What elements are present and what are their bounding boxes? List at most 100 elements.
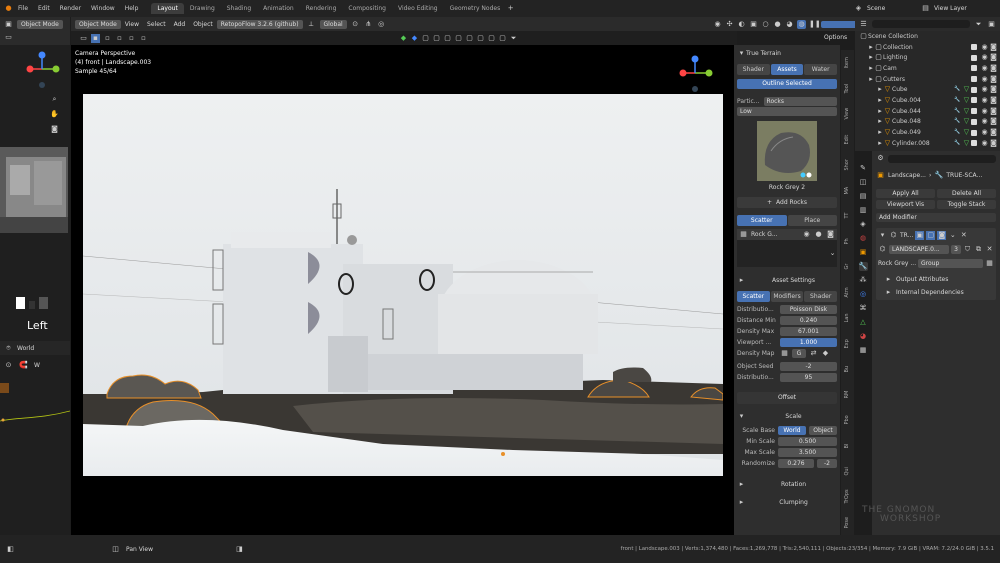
min-scale-field[interactable]: 0.500 [778, 437, 837, 446]
eye-icon[interactable]: ◉ [980, 128, 989, 137]
outliner-item[interactable]: ▸ ▽ Cube.048 🔧 ▽ ◉ ◙ [855, 117, 1000, 128]
left-mode-dropdown[interactable]: Object Mode [17, 19, 63, 29]
new-collection-icon[interactable]: ▣ [987, 20, 996, 29]
editor-type-icon[interactable]: ☰ [859, 20, 868, 29]
input-field[interactable]: Group [918, 259, 983, 268]
outliner-item[interactable]: ▸ ▢ Collection ◉ ◙ [855, 42, 1000, 53]
select-mode-intersect-icon[interactable]: ▫ [139, 34, 148, 43]
sidebar-tab-view[interactable]: View [841, 101, 853, 127]
properties-search-input[interactable] [888, 154, 996, 163]
sidebar-tab-tool[interactable]: Tool [841, 76, 853, 102]
filter-icon[interactable]: ⏷ [974, 20, 983, 29]
quality-dropdown[interactable]: Low [737, 107, 837, 116]
true-terrain-header[interactable]: ▾ True Terrain [737, 47, 837, 59]
randomize-field[interactable]: 0.276 [778, 459, 814, 468]
sidebar-tab-rm[interactable]: RM [841, 382, 853, 408]
sidebar-tab-edit[interactable]: Edit [841, 127, 853, 153]
outliner-item[interactable]: ▸ ▢ Cam ◉ ◙ [855, 63, 1000, 74]
menu-file[interactable]: File [13, 5, 33, 12]
workspace-tab-layout[interactable]: Layout [151, 3, 184, 14]
3d-viewport[interactable]: Camera Perspective (4) front | Landscape… [71, 45, 737, 535]
wireframe-shading-icon[interactable]: ○ [761, 20, 770, 29]
list-scroll-icon[interactable]: ⌄ [828, 249, 837, 258]
sidebar-tab-gr[interactable]: Gr [841, 254, 853, 280]
eye-icon[interactable]: ◉ [980, 117, 989, 126]
render-camera-icon[interactable]: ◙ [989, 139, 998, 148]
exclude-checkbox[interactable] [971, 86, 977, 93]
particles-icon[interactable]: ⁂ [859, 276, 868, 285]
object-icon[interactable]: ▣ [859, 248, 868, 257]
add-workspace-icon[interactable]: + [506, 4, 515, 13]
render-camera-icon[interactable]: ◙ [989, 128, 998, 137]
select-mode-new-icon[interactable]: ▪ [91, 33, 100, 43]
object-seed-field[interactable]: -2 [780, 362, 837, 371]
data-icon[interactable]: △ [859, 318, 868, 327]
modifier-short-name[interactable]: TR... [900, 232, 913, 239]
addon-tool-7-icon[interactable]: ▢ [465, 34, 474, 43]
render-dot-icon[interactable]: ● [814, 230, 823, 239]
render-toggle-icon[interactable]: ◙ [937, 231, 947, 240]
asset-settings-header[interactable]: ▸ Asset Settings [737, 275, 837, 286]
close-icon[interactable]: ✕ [985, 245, 994, 254]
outliner-item[interactable]: ▸ ▽ Cube.044 🔧 ▽ ◉ ◙ [855, 106, 1000, 117]
distribution-field[interactable]: 95 [780, 373, 837, 382]
add-modifier-dropdown[interactable]: Add Modifier [876, 213, 996, 222]
sidebar-tab-lan[interactable]: Lan [841, 305, 853, 331]
select-box-icon[interactable]: ▭ [79, 34, 88, 43]
outline-selected-button[interactable]: Outline Selected [737, 79, 837, 89]
dropdown-icon[interactable]: ⌄ [948, 231, 957, 240]
addon-tool-5-icon[interactable]: ▢ [443, 34, 452, 43]
pivot-icon[interactable]: ⊙ [351, 20, 360, 29]
material-icon[interactable]: ◕ [859, 332, 868, 341]
zoom-icon[interactable]: ⌕ [50, 95, 59, 104]
viewport-menu-object[interactable]: Object [193, 21, 213, 28]
outliner-item[interactable]: ▸ ▽ Cube.049 🔧 ▽ ◉ ◙ [855, 127, 1000, 138]
property-field[interactable]: 67.001 [780, 327, 837, 336]
solid-shading-icon[interactable]: ● [773, 20, 782, 29]
toggle-stack-button[interactable]: Toggle Stack [937, 200, 996, 209]
texture-icon[interactable]: ▦ [859, 346, 868, 355]
outliner-item[interactable]: ▸ ▢ Cutters ◉ ◙ [855, 74, 1000, 85]
rotation-header[interactable]: ▸ Rotation [737, 479, 837, 490]
addon-tool-1-icon[interactable]: ◆ [399, 34, 408, 43]
density-map-field[interactable]: G [792, 349, 806, 358]
scale-base-object[interactable]: Object [809, 426, 837, 435]
view-layer-name[interactable]: View Layer [934, 5, 994, 12]
orientation-dropdown[interactable]: Global [319, 19, 347, 29]
viewport-vis-button[interactable]: Viewport Vis [876, 200, 935, 209]
eye-icon[interactable]: ◉ [980, 107, 989, 116]
sidebar-tab-exp[interactable]: Exp [841, 331, 853, 357]
outliner-item[interactable]: ▸ ▽ Cube 🔧 ▽ ◉ ◙ [855, 84, 1000, 95]
particle-dropdown[interactable]: Rocks [763, 97, 837, 106]
sidebar-tab-pbo[interactable]: Pbo [841, 407, 853, 433]
tab-shader[interactable]: Shader [737, 64, 770, 75]
sidebar-tab-bl[interactable]: Bl [841, 433, 853, 459]
outliner-item[interactable]: ▸ ▽ Cylinder.008 🔧 ▽ ◉ ◙ [855, 138, 1000, 149]
viewport-menu-add[interactable]: Add [174, 21, 186, 28]
workspace-tab-geometry-nodes[interactable]: Geometry Nodes [444, 3, 507, 14]
select-box-icon[interactable]: ▭ [4, 33, 13, 42]
exclude-checkbox[interactable] [971, 108, 977, 115]
addon-tool-8-icon[interactable]: ▢ [476, 34, 485, 43]
select-mode-invert-icon[interactable]: ▫ [127, 34, 136, 43]
viewport-menu-view[interactable]: View [125, 21, 139, 28]
navigation-gizmo[interactable] [24, 49, 64, 89]
fake-user-icon[interactable]: ⛉ [963, 245, 972, 254]
world-icon[interactable]: ◍ [859, 234, 868, 243]
sidebar-tab-atm[interactable]: Atm [841, 280, 853, 306]
filter-icon[interactable]: ⏷ [509, 34, 518, 43]
node-group-field[interactable]: LANDSCAPE.0... [889, 245, 949, 254]
collapse-arrow-icon[interactable]: ▾ [878, 231, 887, 240]
tab-assets[interactable]: Assets [770, 64, 804, 75]
render-icon[interactable]: ◫ [859, 178, 868, 187]
copy-icon[interactable]: ⧉ [974, 245, 983, 254]
eye-icon[interactable]: ◉ [980, 96, 989, 105]
editor-type-icon[interactable]: ▣ [4, 20, 13, 29]
sidebar-tab-bu[interactable]: Bu [841, 356, 853, 382]
sidebar-tab-item[interactable]: Item [841, 50, 853, 76]
gizmo-icon[interactable]: ✣ [725, 20, 734, 29]
sidebar-tab-ph[interactable]: Ph [841, 229, 853, 255]
pause-icon[interactable]: ❚❚ [809, 20, 821, 29]
subtab-scatter[interactable]: Scatter [737, 291, 770, 302]
outliner-search-input[interactable] [872, 20, 970, 28]
